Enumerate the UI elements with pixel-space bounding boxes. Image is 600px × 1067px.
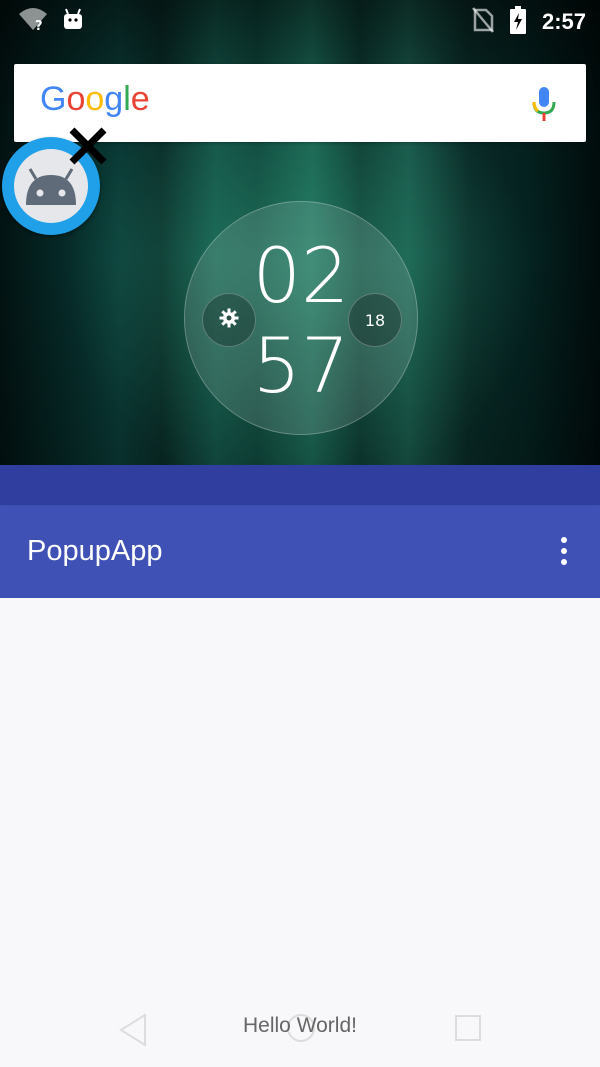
hello-world-text: Hello World! <box>243 1014 357 1037</box>
overflow-menu-icon[interactable] <box>552 537 576 569</box>
status-time: 2:57 <box>541 9 586 34</box>
gear-icon <box>219 308 239 332</box>
widget-settings-button[interactable] <box>202 293 256 347</box>
no-sim-icon <box>471 7 494 37</box>
status-bar: ? 2:57 <box>0 0 600 40</box>
close-icon[interactable] <box>66 124 110 168</box>
clock-widget[interactable]: 02 57 18 <box>184 201 418 435</box>
app-status-bar <box>0 465 600 505</box>
microphone-icon[interactable] <box>532 86 556 126</box>
google-logo: Google <box>40 80 150 118</box>
android-notification-icon <box>62 7 84 35</box>
app-toolbar: PopupApp <box>0 505 600 598</box>
wifi-unknown-icon: ? <box>18 6 48 36</box>
clock-date[interactable]: 18 <box>348 293 402 347</box>
battery-charging-icon <box>509 6 526 38</box>
app-title: PopupApp <box>27 535 163 567</box>
android-robot-icon <box>22 167 80 211</box>
svg-text:?: ? <box>35 19 43 32</box>
